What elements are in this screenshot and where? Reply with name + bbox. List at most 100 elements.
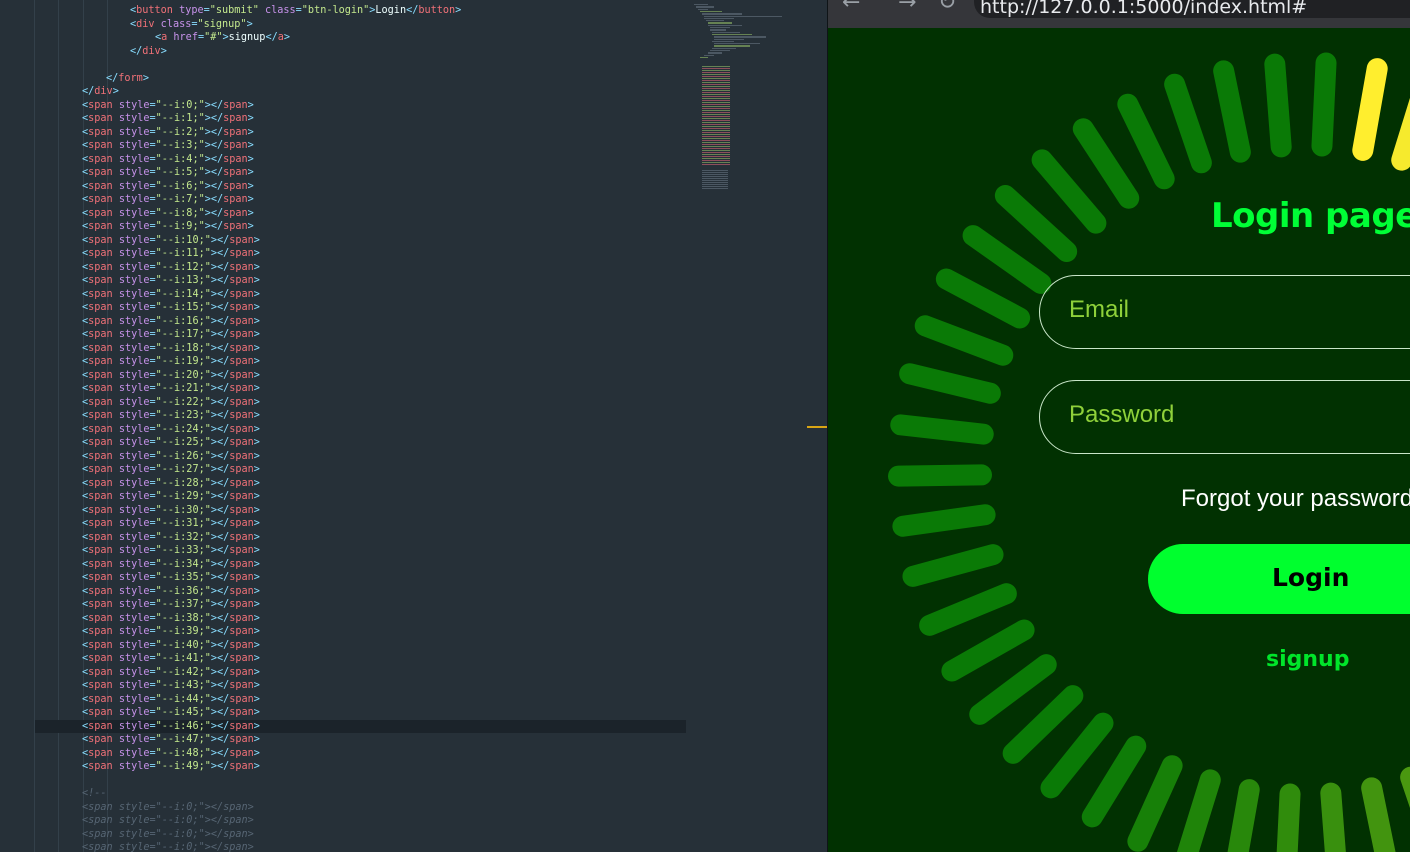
ring-bar (889, 412, 996, 446)
code-line: <span style="--i:8;"></span> (82, 207, 254, 219)
code-line: <span style="--i:38;"></span> (82, 612, 260, 624)
minimap-line (710, 29, 726, 31)
minimap-line (702, 188, 728, 190)
browser-toolbar: ← → ↻ http://127.0.0.1:5000/index.html# (828, 0, 1410, 28)
code-line: <span style="--i:40;"></span> (82, 639, 260, 651)
ring-bar (911, 311, 1017, 369)
ring-bar (887, 463, 993, 487)
code-line: <span style="--i:41;"></span> (82, 653, 260, 664)
ring-bar (1172, 766, 1224, 852)
url-text: http://127.0.0.1:5000/index.html# (980, 0, 1308, 18)
code-line: <span style="--i:4;"></span> (82, 153, 254, 165)
minimap-line (694, 4, 708, 6)
code-line: <span style="--i:49;"></span> (82, 761, 260, 772)
minimap-line (704, 17, 734, 20)
code-line: <span style="--i:43;"></span> (82, 680, 260, 691)
ring-bar (1161, 70, 1215, 177)
ring-bar (1223, 777, 1262, 852)
ring-bar (890, 503, 997, 539)
email-field[interactable]: Email (1039, 275, 1410, 349)
code-line: <span style="--i:33;"></span> (82, 545, 260, 556)
code-line: <span style="--i:20;"></span> (82, 369, 260, 381)
code-line: <div class="signup"> (130, 18, 253, 30)
minimap-line (710, 27, 730, 29)
minimap-line (712, 33, 752, 36)
minimap-line (712, 40, 734, 43)
email-placeholder: Email (1069, 296, 1130, 323)
code-line: <span style="--i:3;"></span> (82, 140, 254, 151)
code-line: <span style="--i:24;"></span> (82, 423, 260, 435)
ring-bar (1263, 52, 1293, 158)
ring-bar (1350, 56, 1389, 163)
comment-line: <span style="--i:0;"></span> (82, 801, 254, 813)
scroll-marker (807, 426, 827, 428)
code-line: <span style="--i:48;"></span> (82, 747, 260, 759)
code-line: <span style="--i:39;"></span> (82, 626, 260, 637)
minimap-line (706, 20, 724, 22)
code-line: <span style="--i:17;"></span> (82, 329, 260, 340)
forgot-password-link[interactable]: Forgot your password (1181, 485, 1410, 513)
code-line: <button type="submit" class="btn-login">… (130, 5, 462, 16)
minimap-line (714, 45, 750, 47)
code-line: <span style="--i:16;"></span> (82, 315, 260, 327)
code-line: <span style="--i:35;"></span> (82, 572, 260, 583)
code-line: <span style="--i:12;"></span> (82, 261, 260, 273)
code-line: <span style="--i:27;"></span> (82, 464, 260, 475)
code-line: </div> (82, 86, 119, 97)
code-line: <span style="--i:5;"></span> (82, 167, 254, 178)
ring-bar (1310, 51, 1337, 157)
code-line: <span style="--i:21;"></span> (82, 383, 260, 394)
code-line: <span style="--i:15;"></span> (82, 302, 260, 313)
back-arrow-icon[interactable]: ← (842, 0, 860, 15)
code-line: <span style="--i:37;"></span> (82, 599, 260, 610)
signup-link[interactable]: signup (1266, 647, 1349, 672)
minimap-line (712, 31, 740, 33)
minimap-line (708, 52, 722, 54)
minimap-line (702, 164, 730, 166)
code-line: </div> (130, 45, 167, 57)
minimap-line (704, 54, 714, 56)
minimap-line (700, 10, 722, 13)
password-placeholder: Password (1069, 401, 1175, 428)
ring-bar (897, 361, 1004, 407)
code-line: <span style="--i:46;"></span> (82, 720, 260, 732)
page-title: Login page (1211, 196, 1410, 236)
code-line: <span style="--i:45;"></span> (82, 707, 260, 718)
code-line: <span style="--i:36;"></span> (82, 585, 260, 597)
code-line: <span style="--i:2;"></span> (82, 126, 254, 138)
code-line: <span style="--i:44;"></span> (82, 693, 260, 705)
code-line: <span style="--i:9;"></span> (82, 221, 254, 232)
code-line: <a href="#">signup</a> (155, 32, 291, 43)
code-line: <span style="--i:14;"></span> (82, 288, 260, 300)
minimap-line (708, 24, 742, 27)
code-line: </form> (106, 72, 149, 84)
password-field[interactable]: Password (1039, 380, 1410, 454)
code-line: <span style="--i:13;"></span> (82, 275, 260, 286)
comment-line: <span style="--i:0;"></span> (82, 842, 254, 852)
ring-bar (1358, 775, 1401, 852)
code-line: <span style="--i:1;"></span> (82, 113, 254, 124)
code-line: <span style="--i:26;"></span> (82, 450, 260, 462)
code-editor[interactable]: <button type="submit" class="btn-login">… (0, 0, 827, 852)
address-bar[interactable]: http://127.0.0.1:5000/index.html# (974, 0, 1410, 18)
ring-bar (899, 542, 1006, 590)
ring-bar (1275, 783, 1302, 852)
code-line: <span style="--i:30;"></span> (82, 504, 260, 516)
comment-line: <span style="--i:0;"></span> (82, 815, 254, 826)
code-line: <span style="--i:11;"></span> (82, 248, 260, 259)
ring-bar (1397, 763, 1410, 852)
code-line: <span style="--i:29;"></span> (82, 491, 260, 502)
login-button-label: Login (1272, 563, 1350, 592)
browser-window: ← → ↻ http://127.0.0.1:5000/index.html# … (828, 0, 1410, 852)
login-button[interactable]: Login (1148, 544, 1410, 614)
code-line: <span style="--i:18;"></span> (82, 342, 260, 354)
reload-icon[interactable]: ↻ (938, 0, 956, 15)
code-line: <span style="--i:19;"></span> (82, 356, 260, 367)
code-line: <span style="--i:28;"></span> (82, 477, 260, 489)
minimap[interactable] (692, 4, 782, 194)
minimap-line (714, 43, 760, 45)
minimap-line (696, 6, 714, 8)
ring-bar (1211, 58, 1254, 165)
forward-arrow-icon[interactable]: → (898, 0, 916, 15)
code-line: <span style="--i:32;"></span> (82, 531, 260, 543)
